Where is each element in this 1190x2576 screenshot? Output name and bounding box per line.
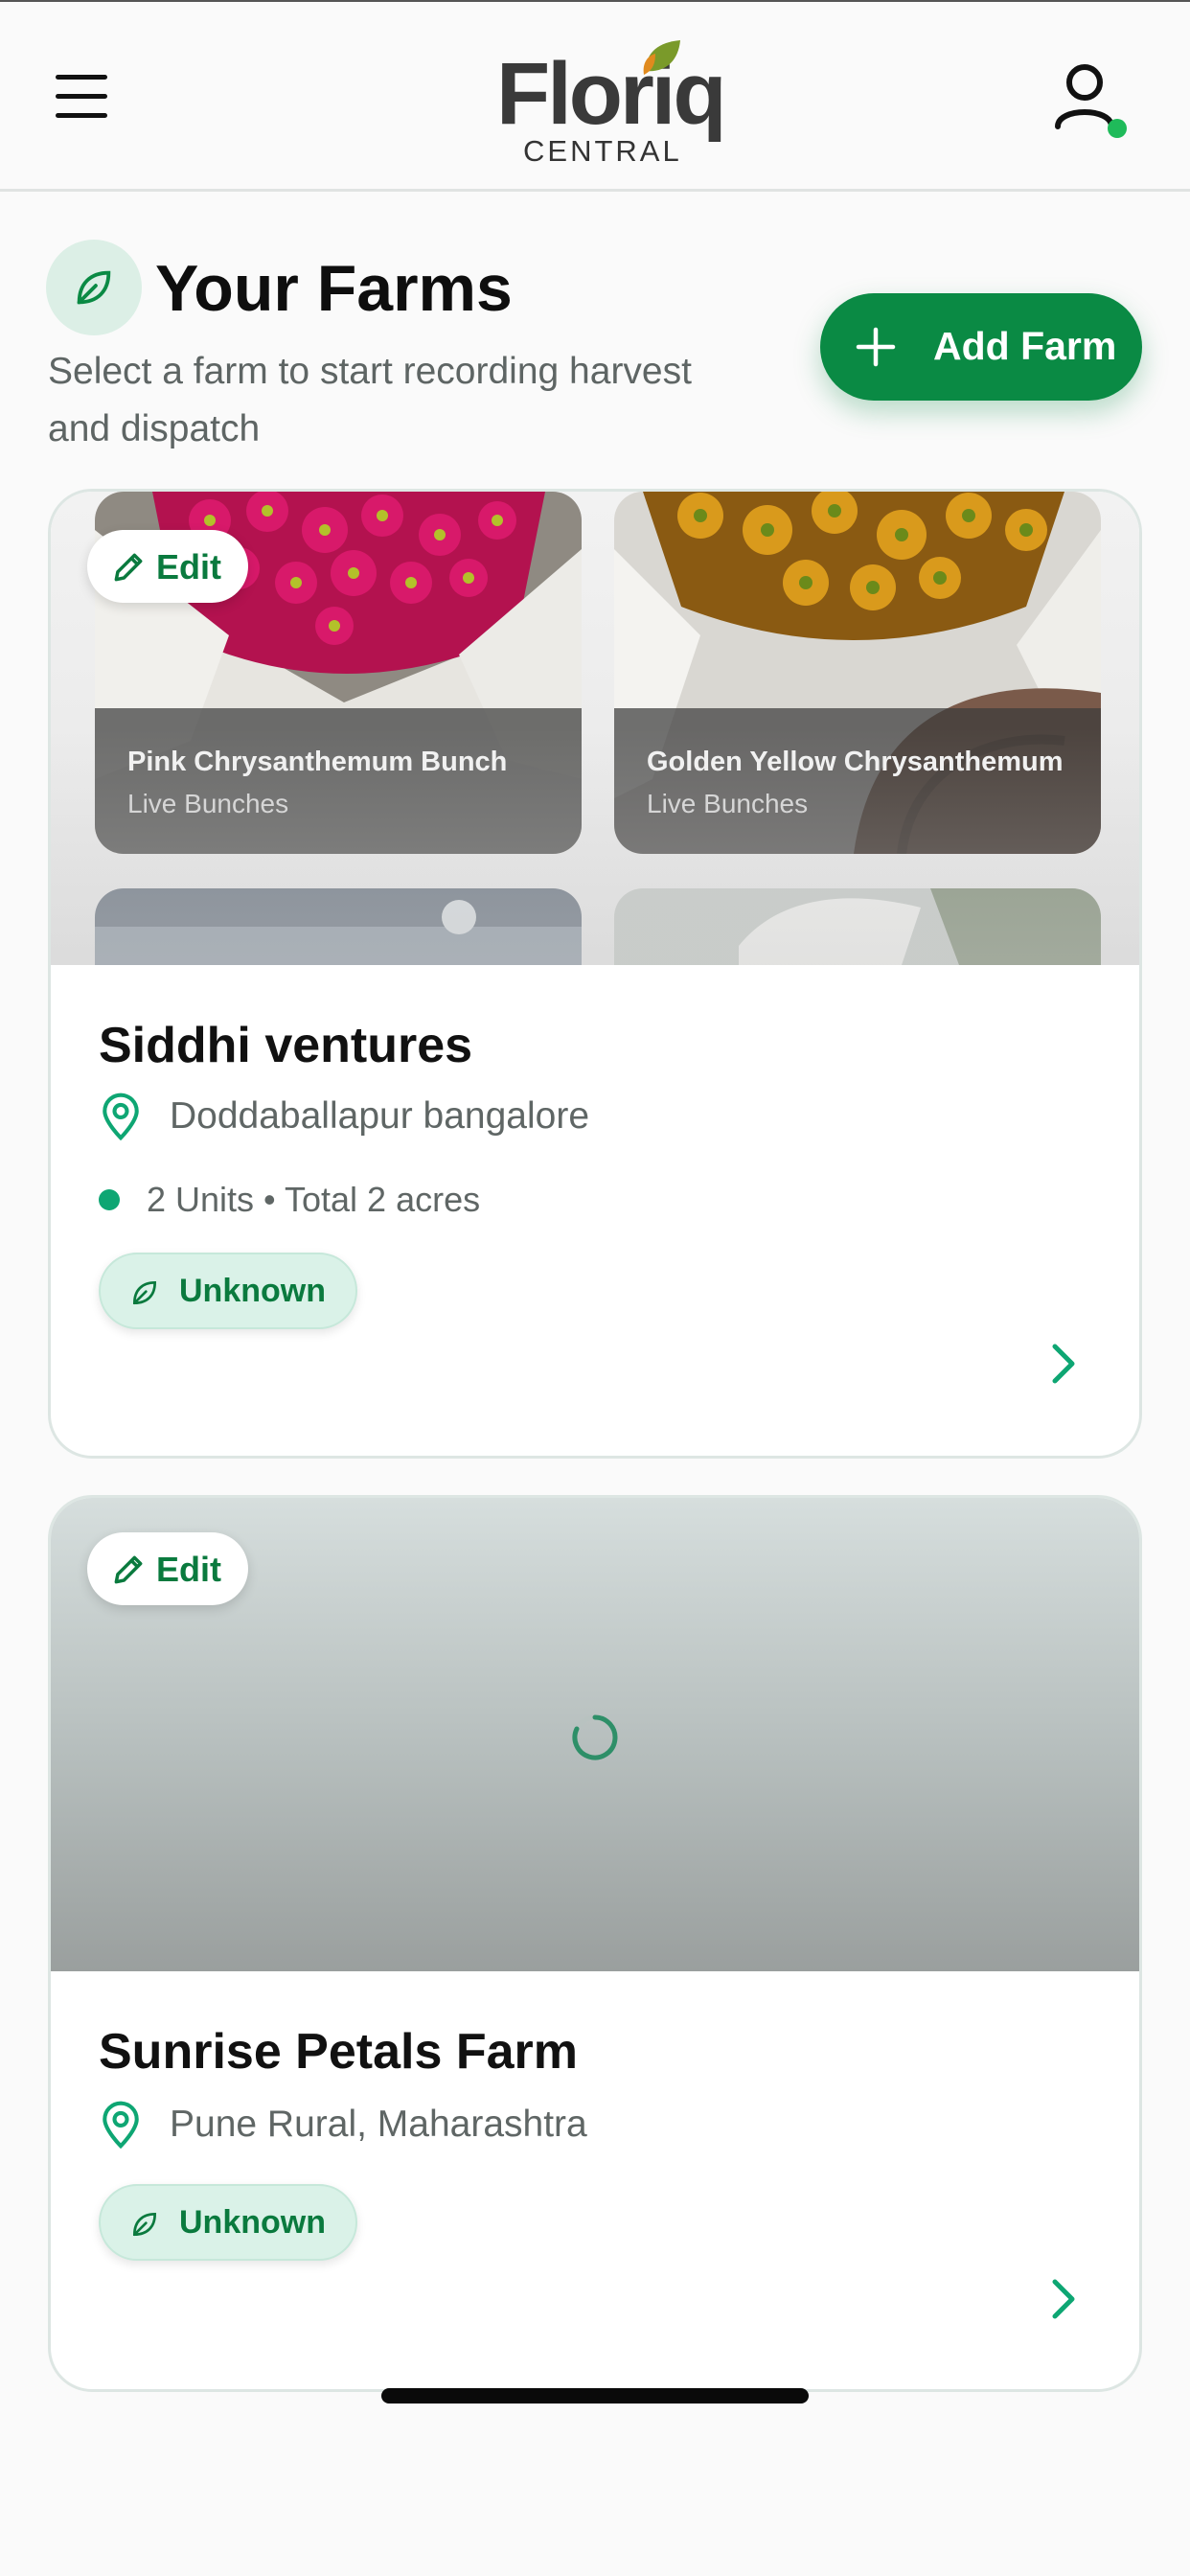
hamburger-menu-icon-bar bbox=[56, 113, 107, 118]
product-tile[interactable] bbox=[614, 888, 1101, 965]
brand-logo: Floriq CENTRAL bbox=[489, 31, 727, 174]
leaf-icon bbox=[132, 2212, 157, 2237]
leaf-logo-icon bbox=[643, 40, 680, 75]
product-type: Live Bunches bbox=[127, 789, 289, 818]
hamburger-menu-icon bbox=[56, 75, 107, 80]
farm-units-summary: 2 Units • Total 2 acres bbox=[147, 1180, 481, 1219]
product-name: Pink Chrysanthemum Bunch bbox=[127, 747, 508, 777]
online-status-dot bbox=[1108, 119, 1127, 138]
loading-spinner-icon bbox=[572, 1714, 618, 1760]
pencil-icon bbox=[114, 553, 143, 582]
menu-button[interactable] bbox=[54, 73, 111, 121]
units-status-dot bbox=[99, 1189, 120, 1210]
edit-label: Edit bbox=[156, 547, 221, 586]
status-label: Unknown bbox=[179, 2204, 326, 2241]
chevron-right-icon[interactable] bbox=[1043, 2276, 1082, 2322]
status-badge: Unknown bbox=[99, 2184, 357, 2261]
add-farm-button[interactable]: Add Farm bbox=[820, 293, 1142, 401]
farm-location: Doddaballapur bangalore bbox=[170, 1095, 590, 1137]
farm-name: Sunrise Petals Farm bbox=[99, 2024, 578, 2080]
page-title: Your Farms bbox=[155, 252, 513, 325]
farm-card[interactable]: Pink Chrysanthemum Bunch Live Bunches Go… bbox=[48, 489, 1142, 1459]
brand-subtitle: CENTRAL bbox=[523, 134, 682, 168]
hamburger-menu-icon-bar bbox=[56, 94, 107, 99]
tile-caption-overlay bbox=[614, 708, 1101, 854]
product-image bbox=[614, 888, 1101, 965]
farms-leaf-icon bbox=[46, 240, 142, 335]
pencil-icon bbox=[114, 1555, 143, 1584]
product-tile[interactable] bbox=[95, 888, 582, 965]
farm-location: Pune Rural, Maharashtra bbox=[170, 2104, 587, 2145]
brand-name: Floriq bbox=[496, 45, 727, 143]
edit-farm-button[interactable]: Edit bbox=[87, 530, 248, 603]
product-image bbox=[95, 888, 582, 965]
tile-caption-overlay bbox=[95, 708, 582, 854]
plus-icon bbox=[856, 327, 896, 367]
status-badge: Unknown bbox=[99, 1253, 357, 1329]
leaf-icon bbox=[132, 1280, 157, 1305]
farm-name: Siddhi ventures bbox=[99, 1018, 473, 1073]
edit-label: Edit bbox=[156, 1550, 221, 1589]
location-pin-icon bbox=[103, 2101, 139, 2150]
product-type: Live Bunches bbox=[647, 789, 809, 818]
status-label: Unknown bbox=[179, 1273, 326, 1309]
chevron-right-icon[interactable] bbox=[1043, 1341, 1082, 1387]
location-pin-icon bbox=[103, 1092, 139, 1141]
product-tile[interactable]: Golden Yellow Chrysanthemum Live Bunches bbox=[614, 492, 1101, 854]
product-name: Golden Yellow Chrysanthemum bbox=[647, 747, 1064, 777]
add-farm-label: Add Farm bbox=[933, 324, 1117, 368]
farm-card-body: Sunrise Petals Farm Pune Rural, Maharash… bbox=[51, 1971, 1139, 2389]
farm-card[interactable]: Edit Sunrise Petals Farm Pune Rural, Mah… bbox=[48, 1495, 1142, 2392]
home-indicator[interactable] bbox=[381, 2388, 809, 2404]
edit-farm-button[interactable]: Edit bbox=[87, 1532, 248, 1605]
page-subtitle: Select a farm to start recording harvest… bbox=[48, 351, 692, 449]
farm-card-body: Siddhi ventures Doddaballapur bangalore … bbox=[51, 965, 1139, 1456]
app-header: Floriq CENTRAL bbox=[0, 0, 1190, 192]
